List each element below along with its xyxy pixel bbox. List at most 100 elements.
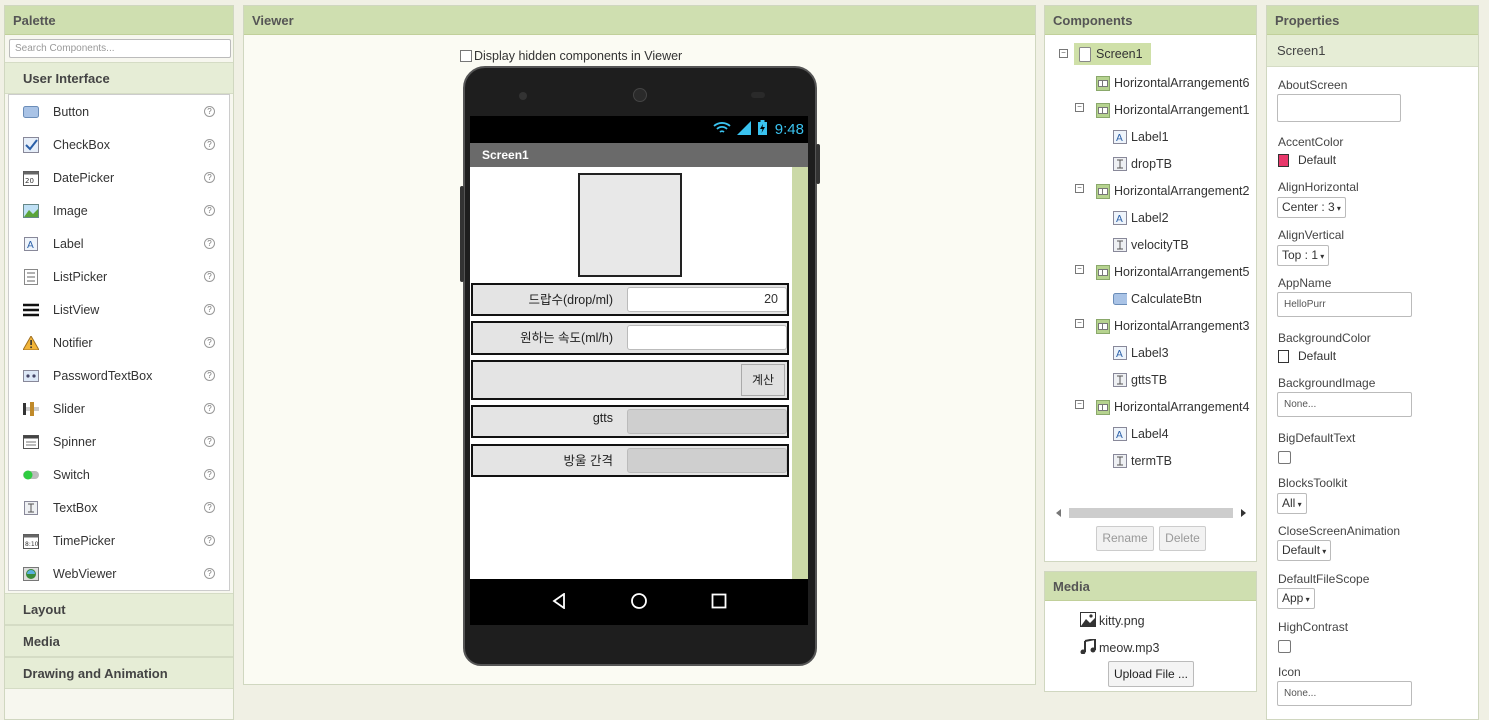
help-icon[interactable]: ? — [204, 535, 215, 546]
palette-item-passwordtextbox[interactable]: PasswordTextBox ? — [9, 359, 229, 392]
high-contrast-checkbox[interactable] — [1278, 640, 1291, 653]
palette-item-notifier[interactable]: Notifier ? — [9, 326, 229, 359]
svg-text:20: 20 — [25, 177, 34, 185]
help-icon[interactable]: ? — [204, 502, 215, 513]
gtts-textbox[interactable] — [627, 409, 787, 434]
tree-ha1[interactable]: HorizontalArrangement1 — [1096, 102, 1250, 118]
back-icon[interactable] — [551, 591, 567, 612]
delete-button[interactable]: Delete — [1159, 526, 1206, 551]
palette-item-image[interactable]: Image ? — [9, 194, 229, 227]
recents-icon[interactable] — [711, 593, 727, 612]
tree-ha2[interactable]: HorizontalArrangement2 — [1096, 183, 1250, 199]
arrangement-drop[interactable]: 드랍수(drop/ml) 20 — [471, 283, 789, 316]
collapse-ha2-icon[interactable]: − — [1075, 184, 1084, 193]
palette-item-checkbox[interactable]: CheckBox ? — [9, 128, 229, 161]
tree-termtb[interactable]: termTB — [1113, 454, 1172, 468]
calculate-button[interactable]: 계산 — [741, 364, 785, 396]
arrangement-term[interactable]: 방울 간격 — [471, 444, 789, 477]
arrangement-velocity[interactable]: 원하는 속도(ml/h) — [471, 321, 789, 355]
scroll-left-icon[interactable] — [1055, 507, 1063, 521]
tree-ha4[interactable]: HorizontalArrangement4 — [1096, 399, 1250, 415]
tree-screen1[interactable]: Screen1 — [1074, 43, 1151, 65]
help-icon[interactable]: ? — [204, 568, 215, 579]
tree-horizontal-scrollbar[interactable] — [1055, 506, 1247, 518]
arrangement-calculate[interactable]: 계산 — [471, 360, 789, 400]
search-components-input[interactable]: Search Components... — [9, 39, 231, 58]
help-icon[interactable]: ? — [204, 139, 215, 150]
help-icon[interactable]: ? — [204, 403, 215, 414]
help-icon[interactable]: ? — [204, 436, 215, 447]
spinner-icon — [23, 434, 39, 450]
image-placeholder[interactable] — [578, 173, 682, 277]
collapse-ha1-icon[interactable]: − — [1075, 103, 1084, 112]
blocks-toolkit-dropdown[interactable]: All — [1277, 493, 1307, 514]
tree-droptb[interactable]: dropTB — [1113, 157, 1172, 171]
media-file-kitty[interactable]: kitty.png — [1080, 612, 1145, 630]
accent-color-picker[interactable]: Default — [1278, 153, 1336, 167]
about-screen-textarea[interactable] — [1277, 94, 1401, 122]
tree-label3[interactable]: A Label3 — [1113, 346, 1169, 360]
filescope-dropdown[interactable]: App — [1277, 588, 1315, 609]
tree-label: Label4 — [1131, 427, 1169, 441]
scroll-right-icon[interactable] — [1239, 507, 1247, 521]
tree-ha3[interactable]: HorizontalArrangement3 — [1096, 318, 1250, 334]
collapse-ha5-icon[interactable]: − — [1075, 265, 1084, 274]
screen-scrollbar[interactable] — [792, 167, 808, 579]
icon-picker[interactable]: None... — [1277, 681, 1412, 706]
bigtext-checkbox[interactable] — [1278, 451, 1291, 464]
help-icon[interactable]: ? — [204, 172, 215, 183]
tree-gttstb[interactable]: gttsTB — [1113, 373, 1167, 387]
help-icon[interactable]: ? — [204, 304, 215, 315]
image-icon — [23, 203, 39, 219]
term-textbox[interactable] — [627, 448, 787, 473]
bgimage-picker[interactable]: None... — [1277, 392, 1412, 417]
close-animation-dropdown[interactable]: Default — [1277, 540, 1332, 561]
tree-ha6[interactable]: HorizontalArrangement6 — [1096, 75, 1250, 91]
palette-item-spinner[interactable]: Spinner ? — [9, 425, 229, 458]
tree-ha5[interactable]: HorizontalArrangement5 — [1096, 264, 1250, 280]
help-icon[interactable]: ? — [204, 238, 215, 249]
help-icon[interactable]: ? — [204, 370, 215, 381]
arrangement-gtts[interactable]: gtts — [471, 405, 789, 438]
category-layout[interactable]: Layout — [5, 593, 233, 625]
align-horizontal-dropdown[interactable]: Center : 3 — [1277, 197, 1346, 218]
align-vertical-dropdown[interactable]: Top : 1 — [1277, 245, 1330, 266]
background-color-picker[interactable]: Default — [1278, 349, 1336, 363]
palette-item-timepicker[interactable]: 8:10 TimePicker ? — [9, 524, 229, 557]
help-icon[interactable]: ? — [204, 205, 215, 216]
palette-item-switch[interactable]: Switch ? — [9, 458, 229, 491]
palette-item-webviewer[interactable]: WebViewer ? — [9, 557, 229, 590]
collapse-ha4-icon[interactable]: − — [1075, 400, 1084, 409]
tree-label1[interactable]: A Label1 — [1113, 130, 1169, 144]
help-icon[interactable]: ? — [204, 271, 215, 282]
tree-label2[interactable]: A Label2 — [1113, 211, 1169, 225]
category-user-interface[interactable]: User Interface — [5, 62, 233, 94]
tree-velocitytb[interactable]: velocityTB — [1113, 238, 1189, 252]
tree-calculatebtn[interactable]: CalculateBtn — [1113, 292, 1202, 306]
palette-item-datepicker[interactable]: 20 DatePicker ? — [9, 161, 229, 194]
media-file-meow[interactable]: meow.mp3 — [1080, 637, 1159, 657]
palette-item-button[interactable]: Button ? — [9, 95, 229, 128]
help-icon[interactable]: ? — [204, 469, 215, 480]
appname-input[interactable]: HelloPurr — [1277, 292, 1412, 317]
drop-textbox[interactable]: 20 — [627, 287, 787, 312]
help-icon[interactable]: ? — [204, 337, 215, 348]
collapse-screen1-icon[interactable]: − — [1059, 49, 1068, 58]
category-drawing-animation[interactable]: Drawing and Animation — [5, 657, 233, 689]
palette-item-listpicker[interactable]: ListPicker ? — [9, 260, 229, 293]
help-icon[interactable]: ? — [204, 106, 215, 117]
palette-item-textbox[interactable]: TextBox ? — [9, 491, 229, 524]
rename-button[interactable]: Rename — [1096, 526, 1154, 551]
home-icon[interactable] — [630, 592, 648, 613]
velocity-textbox[interactable] — [627, 325, 787, 350]
collapse-ha3-icon[interactable]: − — [1075, 319, 1084, 328]
checkbox-box[interactable] — [460, 50, 472, 62]
upload-file-button[interactable]: Upload File ... — [1108, 661, 1194, 687]
category-media[interactable]: Media — [5, 625, 233, 657]
palette-item-slider[interactable]: Slider ? — [9, 392, 229, 425]
scrollbar-thumb[interactable] — [1069, 508, 1233, 518]
display-hidden-components-checkbox[interactable]: Display hidden components in Viewer — [460, 49, 682, 63]
palette-item-label-comp[interactable]: A Label ? — [9, 227, 229, 260]
palette-item-listview[interactable]: ListView ? — [9, 293, 229, 326]
tree-label4[interactable]: A Label4 — [1113, 427, 1169, 441]
